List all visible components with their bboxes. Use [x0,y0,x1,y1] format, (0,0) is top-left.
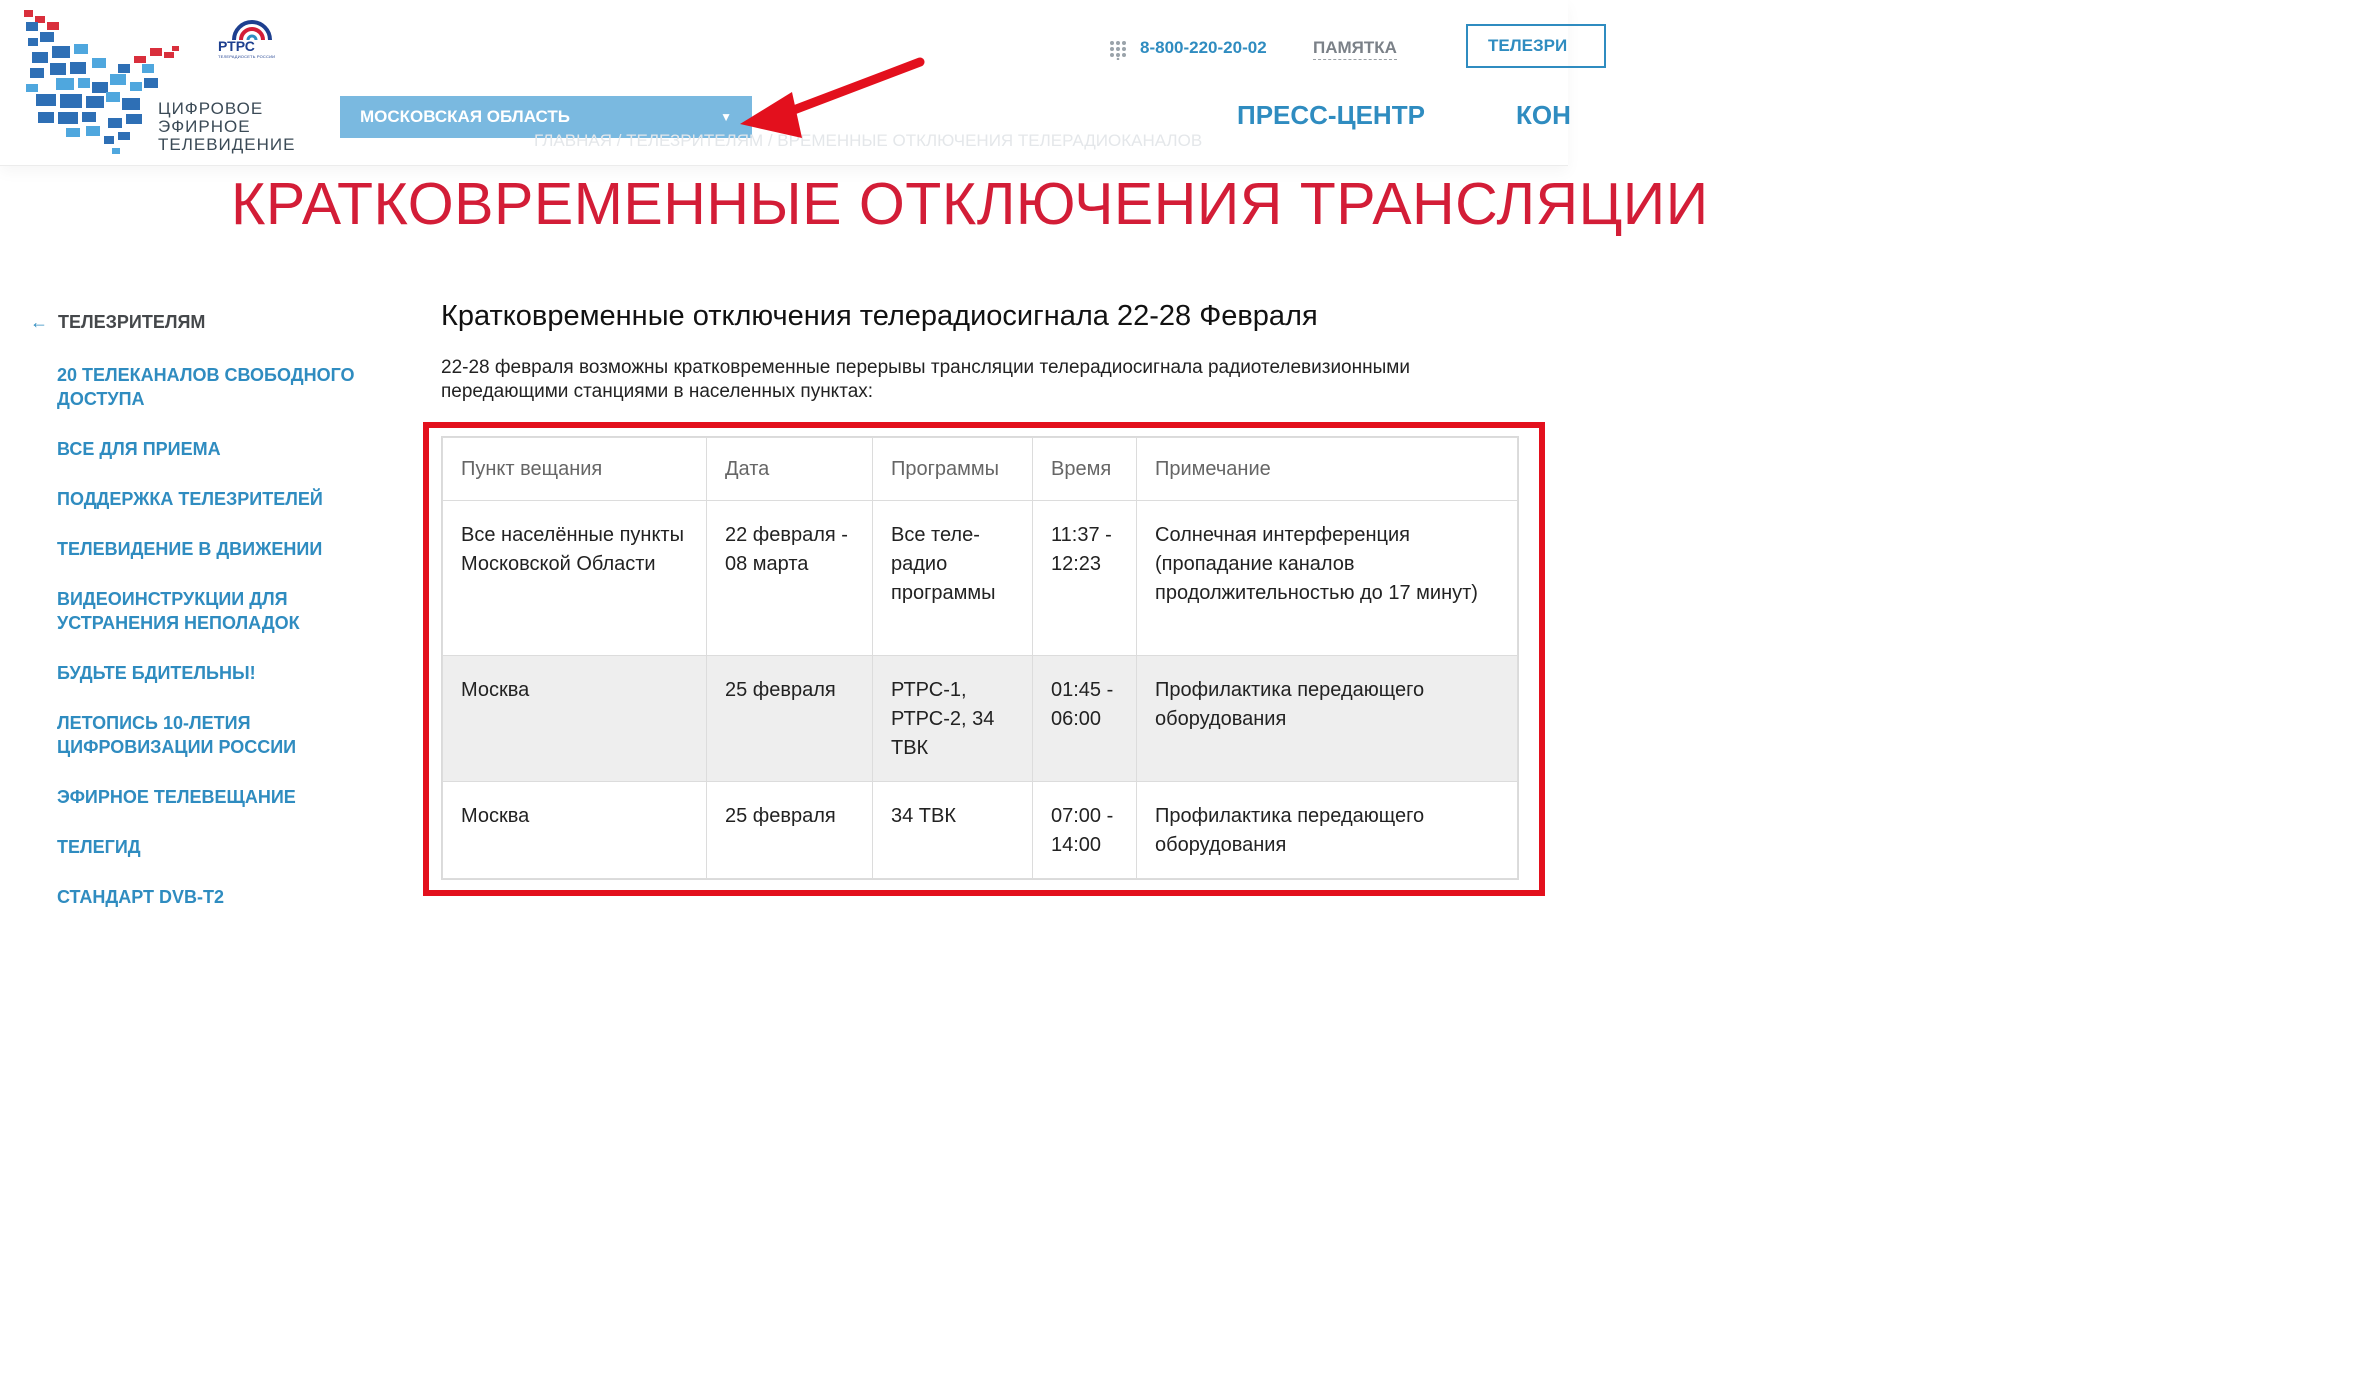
sidebar-item-support[interactable]: ПОДДЕРЖКА ТЕЛЕЗРИТЕЛЕЙ [57,487,360,511]
column-header-time: Время [1032,437,1137,501]
cell-location: Москва [442,781,707,879]
sidebar-item-chronicle[interactable]: ЛЕТОПИСЬ 10-ЛЕТИЯ ЦИФРОВИЗАЦИИ РОССИИ [57,711,360,759]
cell-location: Все населённые пункты Московской Области [442,500,707,656]
site-header: ЦИФРОВОЕ ЭФИРНОЕ ТЕЛЕВИДЕНИЕ РТРС ТЕЛЕРА… [0,0,1606,166]
sidebar-item-free-channels[interactable]: 20 ТЕЛЕКАНАЛОВ СВОБОДНОГО ДОСТУПА [57,363,360,411]
hotline-phone-link[interactable]: 8-800-220-20-02 [1140,38,1267,58]
nav-press-center[interactable]: ПРЕСС-ЦЕНТР [1237,100,1425,131]
sidebar-item-mobile-tv[interactable]: ТЕЛЕВИДЕНИЕ В ДВИЖЕНИИ [57,537,360,561]
cell-programs: РТРС-1, РТРС-2, 34 ТВК [872,655,1033,782]
content-heading: Кратковременные отключения телерадиосигн… [441,300,1318,332]
region-label: МОСКОВСКАЯ ОБЛАСТЬ [360,107,571,126]
cell-time: 01:45 - 06:00 [1032,655,1137,782]
table-row: Все населённые пункты Московской Области… [442,500,1518,656]
sidebar-back-link[interactable]: ← ТЕЛЕЗРИТЕЛЯМ [30,312,360,333]
tv-viewers-button[interactable]: ТЕЛЕЗРИ [1466,24,1606,68]
cell-note: Профилактика передающего оборудования [1136,781,1518,879]
column-header-note: Примечание [1136,437,1518,501]
cell-location: Москва [442,655,707,782]
sidebar-item-tv-guide[interactable]: ТЕЛЕГИД [57,835,360,859]
rtrs-subtitle: ТЕЛЕРАДИОСЕТЬ РОССИИ [218,54,276,59]
memo-link[interactable]: ПАМЯТКА [1313,38,1397,60]
sidebar-item-reception[interactable]: ВСЕ ДЛЯ ПРИЕМА [57,437,360,461]
outages-table: Пункт вещания Дата Программы Время Приме… [442,437,1518,879]
cell-programs: Все теле- радио программы [872,500,1033,656]
chevron-down-icon: ▼ [720,110,732,124]
column-header-programs: Программы [872,437,1033,501]
table-row: Москва 25 февраля 34 ТВК 07:00 - 14:00 П… [442,781,1518,879]
arrow-left-icon: ← [30,312,48,332]
cell-date: 25 февраля [706,655,873,782]
breadcrumb: ГЛАВНАЯ / ТЕЛЕЗРИТЕЛЯМ / ВРЕМЕННЫЕ ОТКЛЮ… [534,131,1203,150]
sidebar: ← ТЕЛЕЗРИТЕЛЯМ 20 ТЕЛЕКАНАЛОВ СВОБОДНОГО… [30,312,360,935]
cell-time: 11:37 - 12:23 [1032,500,1137,656]
content-intro: 22-28 февраля возможны кратковременные п… [441,357,1410,402]
sidebar-item-dvb-t2[interactable]: СТАНДАРТ DVB-T2 [57,885,360,909]
logo-text: ЦИФРОВОЕ ЭФИРНОЕ ТЕЛЕВИДЕНИЕ [158,99,296,154]
cell-date: 25 февраля [706,781,873,879]
table-header-row: Пункт вещания Дата Программы Время Приме… [442,437,1518,501]
column-header-date: Дата [706,437,873,501]
sidebar-item-be-vigilant[interactable]: БУДЬТЕ БДИТЕЛЬНЫ! [57,661,360,685]
page-title: КРАТКОВРЕМЕННЫЕ ОТКЛЮЧЕНИЯ ТРАНСЛЯЦИИ [231,171,1709,237]
column-header-location: Пункт вещания [442,437,707,501]
sidebar-item-broadcasting[interactable]: ЭФИРНОЕ ТЕЛЕВЕЩАНИЕ [57,785,360,809]
cell-note: Профилактика передающего оборудования [1136,655,1518,782]
sidebar-back-label: ТЕЛЕЗРИТЕЛЯМ [58,312,206,332]
phone-keypad-icon [1110,41,1126,60]
sidebar-item-video-instructions[interactable]: ВИДЕОИНСТРУКЦИИ ДЛЯ УСТРАНЕНИЯ НЕПОЛАДОК [57,587,360,635]
nav-contacts[interactable]: КОН [1516,100,1571,131]
cell-time: 07:00 - 14:00 [1032,781,1137,879]
rtrs-label: РТРС [218,38,255,54]
cell-note: Солнечная интерференция (пропадание кана… [1136,500,1518,656]
table-row: Москва 25 февраля РТРС-1, РТРС-2, 34 ТВК… [442,655,1518,782]
cell-date: 22 февраля - 08 марта [706,500,873,656]
cell-programs: 34 ТВК [872,781,1033,879]
